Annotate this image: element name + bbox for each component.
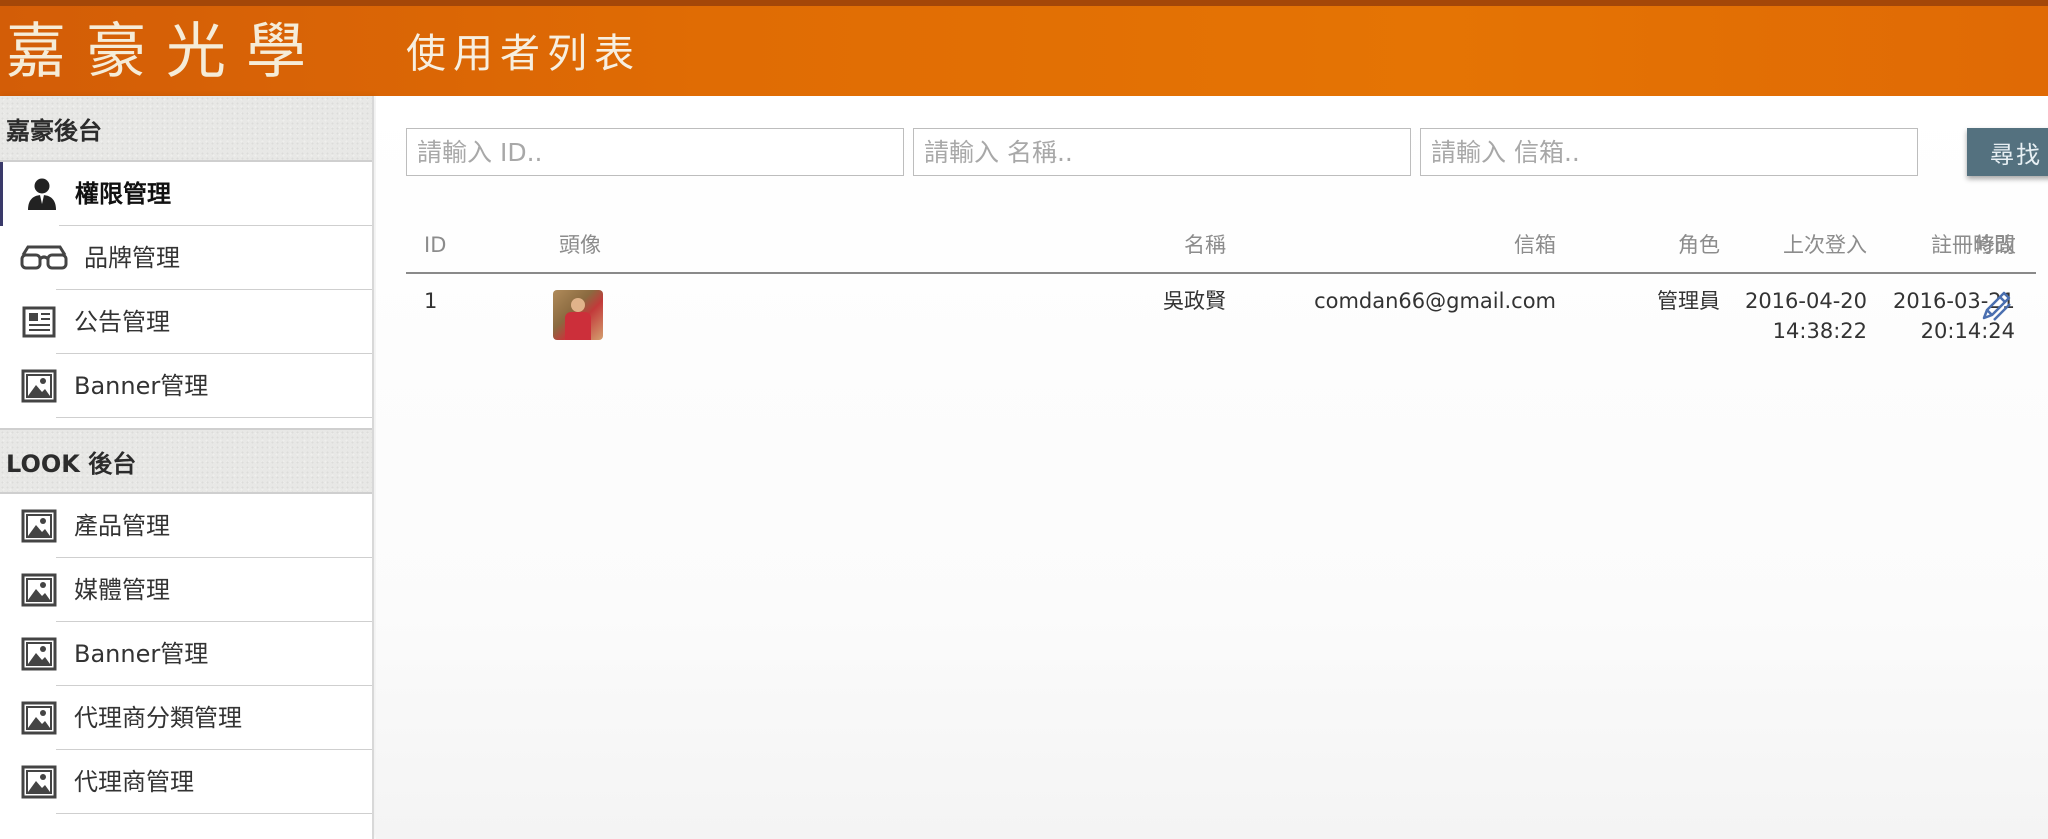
sidebar-item-label: 公告管理 (74, 308, 170, 336)
sidebar-item-label: Banner管理 (74, 640, 209, 668)
cell-name: 吳政賢 (1163, 289, 1226, 313)
cell-email: comdan66@gmail.com (1314, 289, 1556, 313)
cell-last-login: 2016-04-20 14:38:22 (1726, 286, 1867, 346)
header-id[interactable]: ID (424, 226, 446, 264)
search-name-input[interactable] (913, 128, 1411, 176)
header-edit: 修改 (1974, 233, 2016, 257)
cell-role: 管理員 (1657, 289, 1720, 313)
users-table: ID 頭像 名稱 信箱 角色 上次登入 註冊時間 修改 1 吳政賢 comdan… (406, 226, 2036, 354)
main-content: 尋找 ID 頭像 名稱 信箱 角色 上次登入 註冊時間 修改 1 吳政賢 com… (376, 96, 2048, 839)
sidebar-section-title: 嘉豪後台 (0, 96, 372, 162)
user-icon (23, 176, 61, 212)
sidebar-item-banner[interactable]: Banner管理 (0, 354, 372, 418)
table-row: 1 吳政賢 comdan66@gmail.com 管理員 2016-04-20 … (406, 274, 2036, 354)
header-avatar: 頭像 (559, 233, 601, 257)
sidebar-item-brands[interactable]: 品牌管理 (0, 226, 372, 290)
search-id-input[interactable] (406, 128, 904, 176)
sidebar-item-agent-categories[interactable]: 代理商分類管理 (0, 686, 372, 750)
sidebar-section-title: LOOK 後台 (0, 428, 372, 494)
search-button[interactable]: 尋找 (1967, 128, 2048, 176)
image-icon (20, 636, 58, 672)
search-email-input[interactable] (1420, 128, 1918, 176)
sidebar-item-label: 代理商分類管理 (74, 704, 242, 732)
sidebar-item-agents[interactable]: 代理商管理 (0, 750, 372, 814)
sidebar-item-label: Banner管理 (74, 372, 209, 400)
image-icon (20, 368, 58, 404)
header-last-login[interactable]: 上次登入 (1726, 226, 1867, 264)
sidebar-item-products[interactable]: 產品管理 (0, 494, 372, 558)
sidebar: 嘉豪後台 權限管理 品牌管理 公告管理 Banner管理 LOOK 後台 產品管… (0, 96, 374, 839)
header-role[interactable]: 角色 (1586, 226, 1720, 264)
image-icon (20, 508, 58, 544)
last-login-date: 2016-04-20 (1744, 289, 1867, 313)
avatar (553, 290, 603, 340)
sidebar-item-label: 權限管理 (75, 180, 171, 208)
glasses-icon (20, 240, 68, 276)
header-name[interactable]: 名稱 (1026, 226, 1226, 264)
sidebar-item-media[interactable]: 媒體管理 (0, 558, 372, 622)
cell-id: 1 (424, 289, 438, 313)
app-header: 嘉豪光學 使用者列表 (0, 0, 2048, 96)
sidebar-item-announcements[interactable]: 公告管理 (0, 290, 372, 354)
image-icon (20, 700, 58, 736)
brand-logo-text: 嘉豪光學 (6, 17, 326, 87)
image-icon (20, 764, 58, 800)
sidebar-item-look-banner[interactable]: Banner管理 (0, 622, 372, 686)
sidebar-item-label: 代理商管理 (74, 768, 194, 796)
sidebar-item-label: 品牌管理 (84, 244, 180, 272)
sidebar-item-label: 媒體管理 (74, 576, 170, 604)
sidebar-item-label: 產品管理 (74, 512, 170, 540)
edit-pencil-icon[interactable] (1980, 288, 2014, 322)
table-header: ID 頭像 名稱 信箱 角色 上次登入 註冊時間 修改 (406, 226, 2036, 274)
page-title: 使用者列表 (406, 31, 641, 77)
sidebar-item-permissions[interactable]: 權限管理 (0, 162, 372, 226)
header-email[interactable]: 信箱 (1306, 226, 1556, 264)
last-login-time: 14:38:22 (1772, 319, 1867, 343)
image-icon (20, 572, 58, 608)
document-icon (20, 304, 58, 340)
